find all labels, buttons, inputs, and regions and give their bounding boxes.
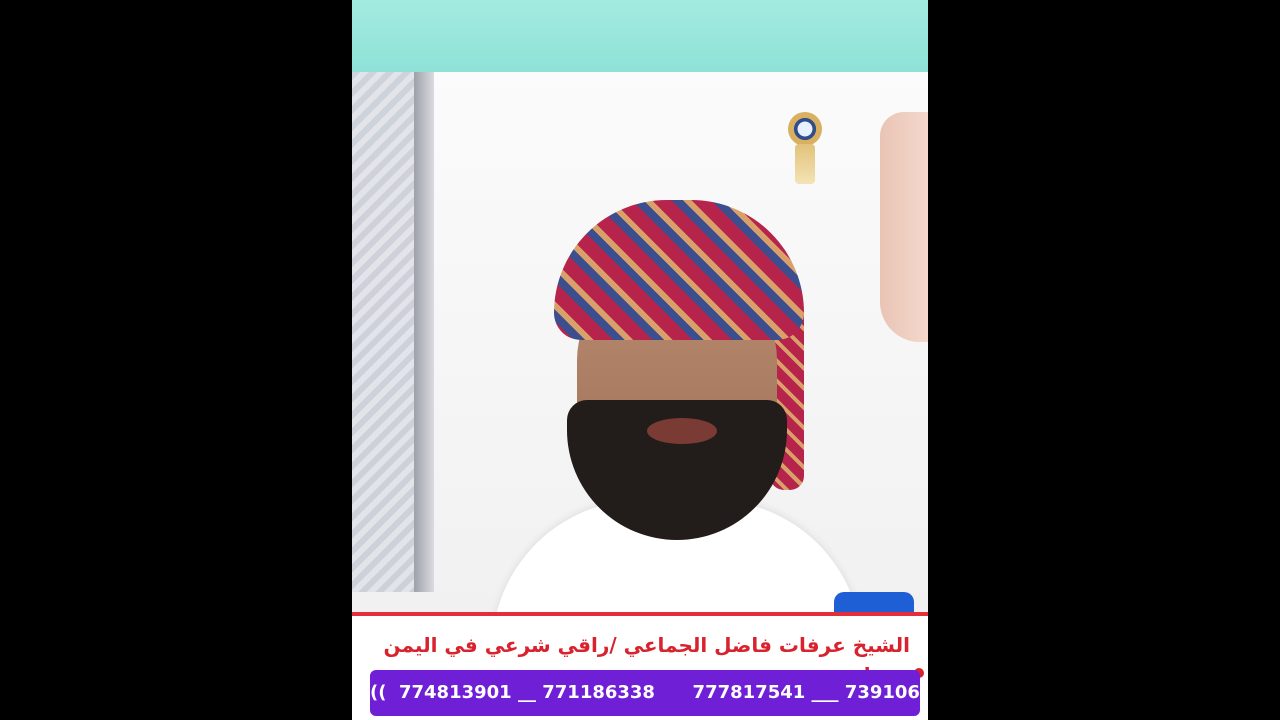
mouth	[647, 418, 717, 444]
video-scene	[352, 72, 928, 612]
caption-panel: الشيخ عرفات فاضل الجماعي /راقي شرعي في ا…	[352, 616, 928, 720]
wall-ornament	[788, 112, 822, 146]
turban	[554, 200, 804, 340]
phone-numbers: (( 774813901 __ 771186338 777817541 ___ …	[370, 670, 928, 716]
curtain-fold	[414, 72, 434, 592]
blue-tab	[834, 592, 914, 614]
wall-ornament-stem	[795, 144, 815, 184]
top-color-bar	[352, 0, 928, 72]
speaker	[492, 200, 862, 612]
video-frame[interactable]: الشيخ عرفات فاضل الجماعي /راقي شرعي في ا…	[352, 0, 928, 720]
raised-hand	[880, 112, 928, 342]
